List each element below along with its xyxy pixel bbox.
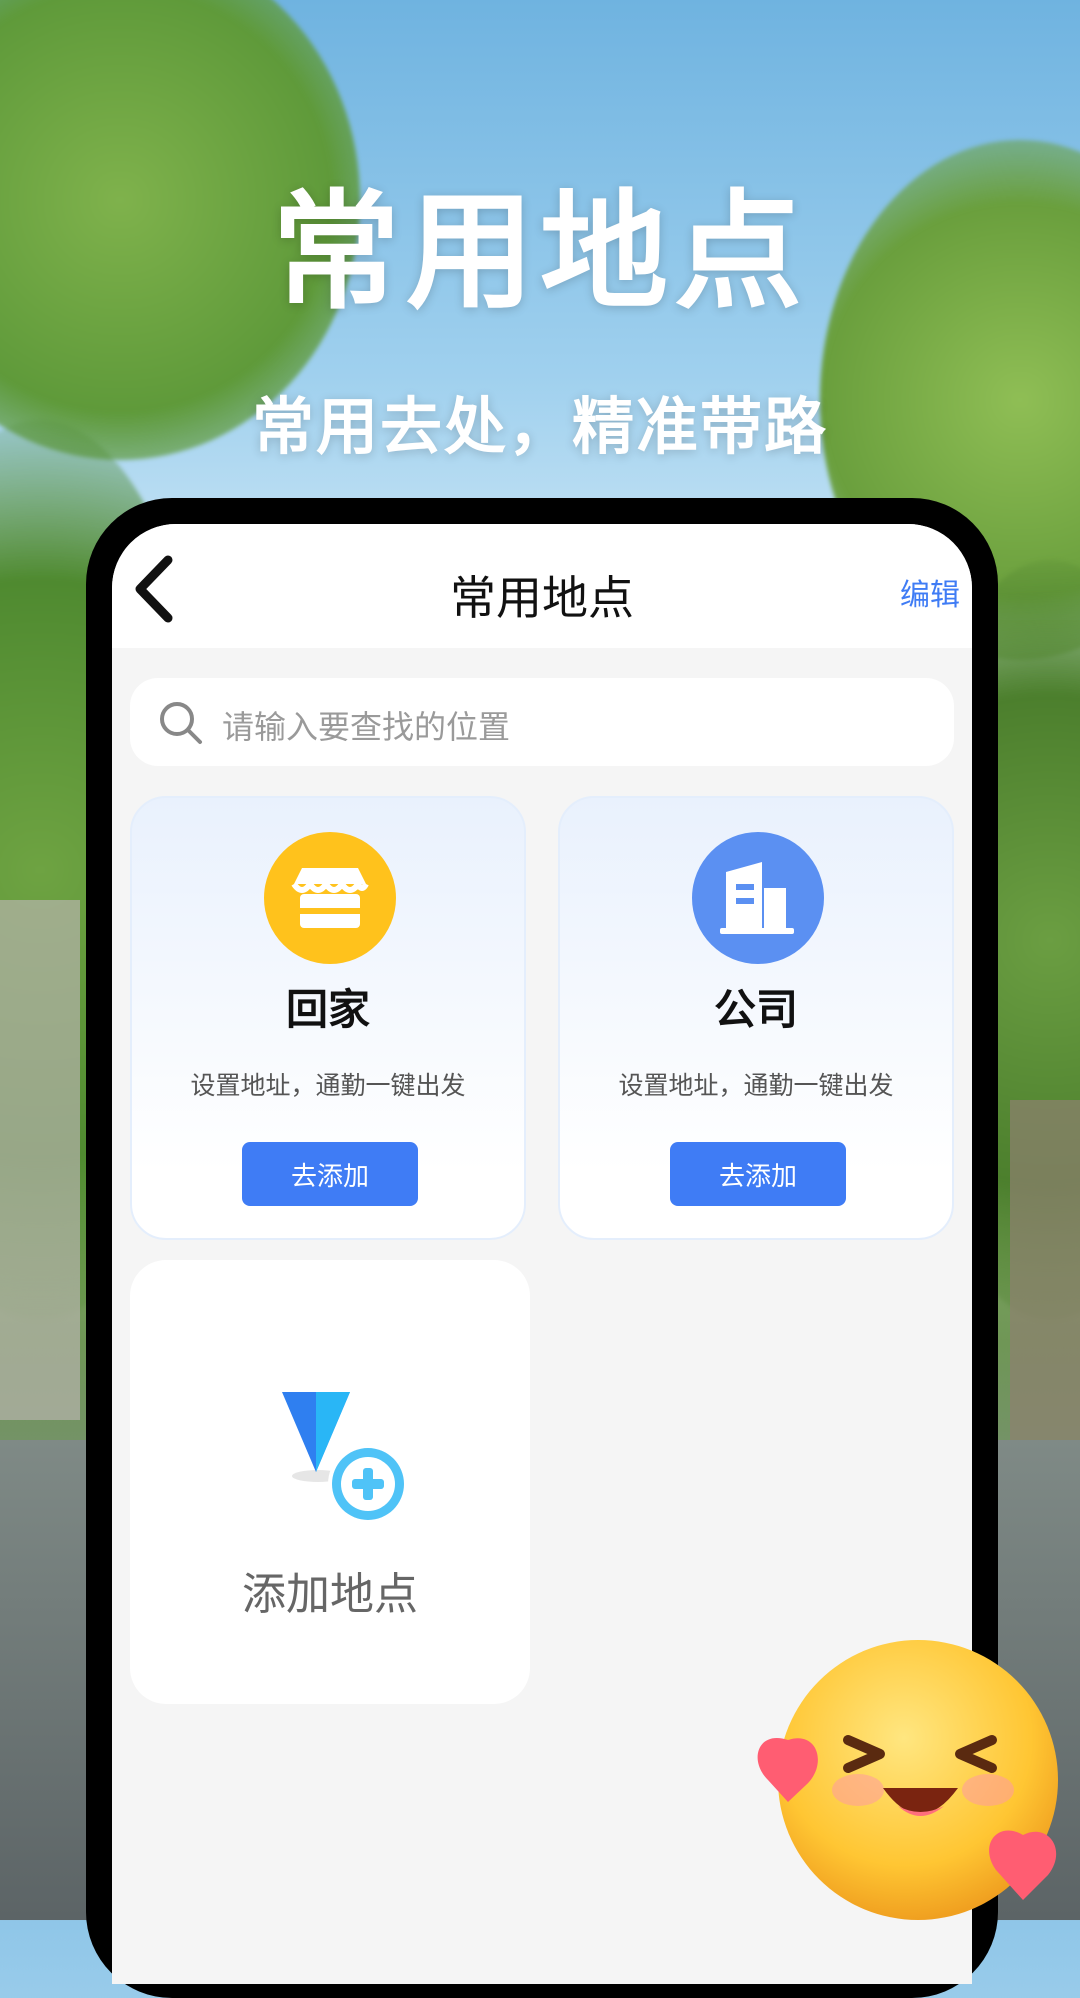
laughing-emoji-icon bbox=[757, 1640, 1058, 1920]
hero-title: 常用地点 bbox=[271, 178, 808, 327]
place-card-home[interactable]: 回家 设置地址，通勤一键出发 去添加 bbox=[130, 796, 526, 1240]
search-icon bbox=[160, 702, 202, 744]
hero-subtitle: 常用去处，精准带路 bbox=[251, 390, 828, 463]
place-card-company[interactable]: 公司 设置地址，通勤一键出发 去添加 bbox=[558, 796, 954, 1240]
search-input[interactable]: 请输入要查找的位置 bbox=[222, 702, 510, 748]
place-description: 设置地址，通勤一键出发 bbox=[618, 1071, 894, 1100]
edit-button[interactable]: 编辑 bbox=[900, 570, 960, 614]
building-icon bbox=[692, 832, 824, 964]
location-add-icon bbox=[282, 1392, 408, 1524]
add-place-label: 添加地点 bbox=[242, 1569, 418, 1620]
search-bar[interactable]: 请输入要查找的位置 bbox=[130, 678, 954, 766]
page-title: 常用地点 bbox=[450, 571, 634, 625]
add-home-button[interactable]: 去添加 bbox=[242, 1142, 418, 1206]
add-place-card[interactable]: 添加地点 bbox=[130, 1260, 530, 1704]
place-name: 回家 bbox=[285, 985, 370, 1034]
navigation-bar: 常用地点 编辑 bbox=[112, 524, 972, 648]
building bbox=[0, 900, 80, 1420]
building bbox=[1010, 1100, 1080, 1460]
add-company-button[interactable]: 去添加 bbox=[670, 1142, 846, 1206]
place-name: 公司 bbox=[713, 985, 798, 1034]
store-icon bbox=[264, 832, 396, 964]
place-description: 设置地址，通勤一键出发 bbox=[190, 1071, 466, 1100]
